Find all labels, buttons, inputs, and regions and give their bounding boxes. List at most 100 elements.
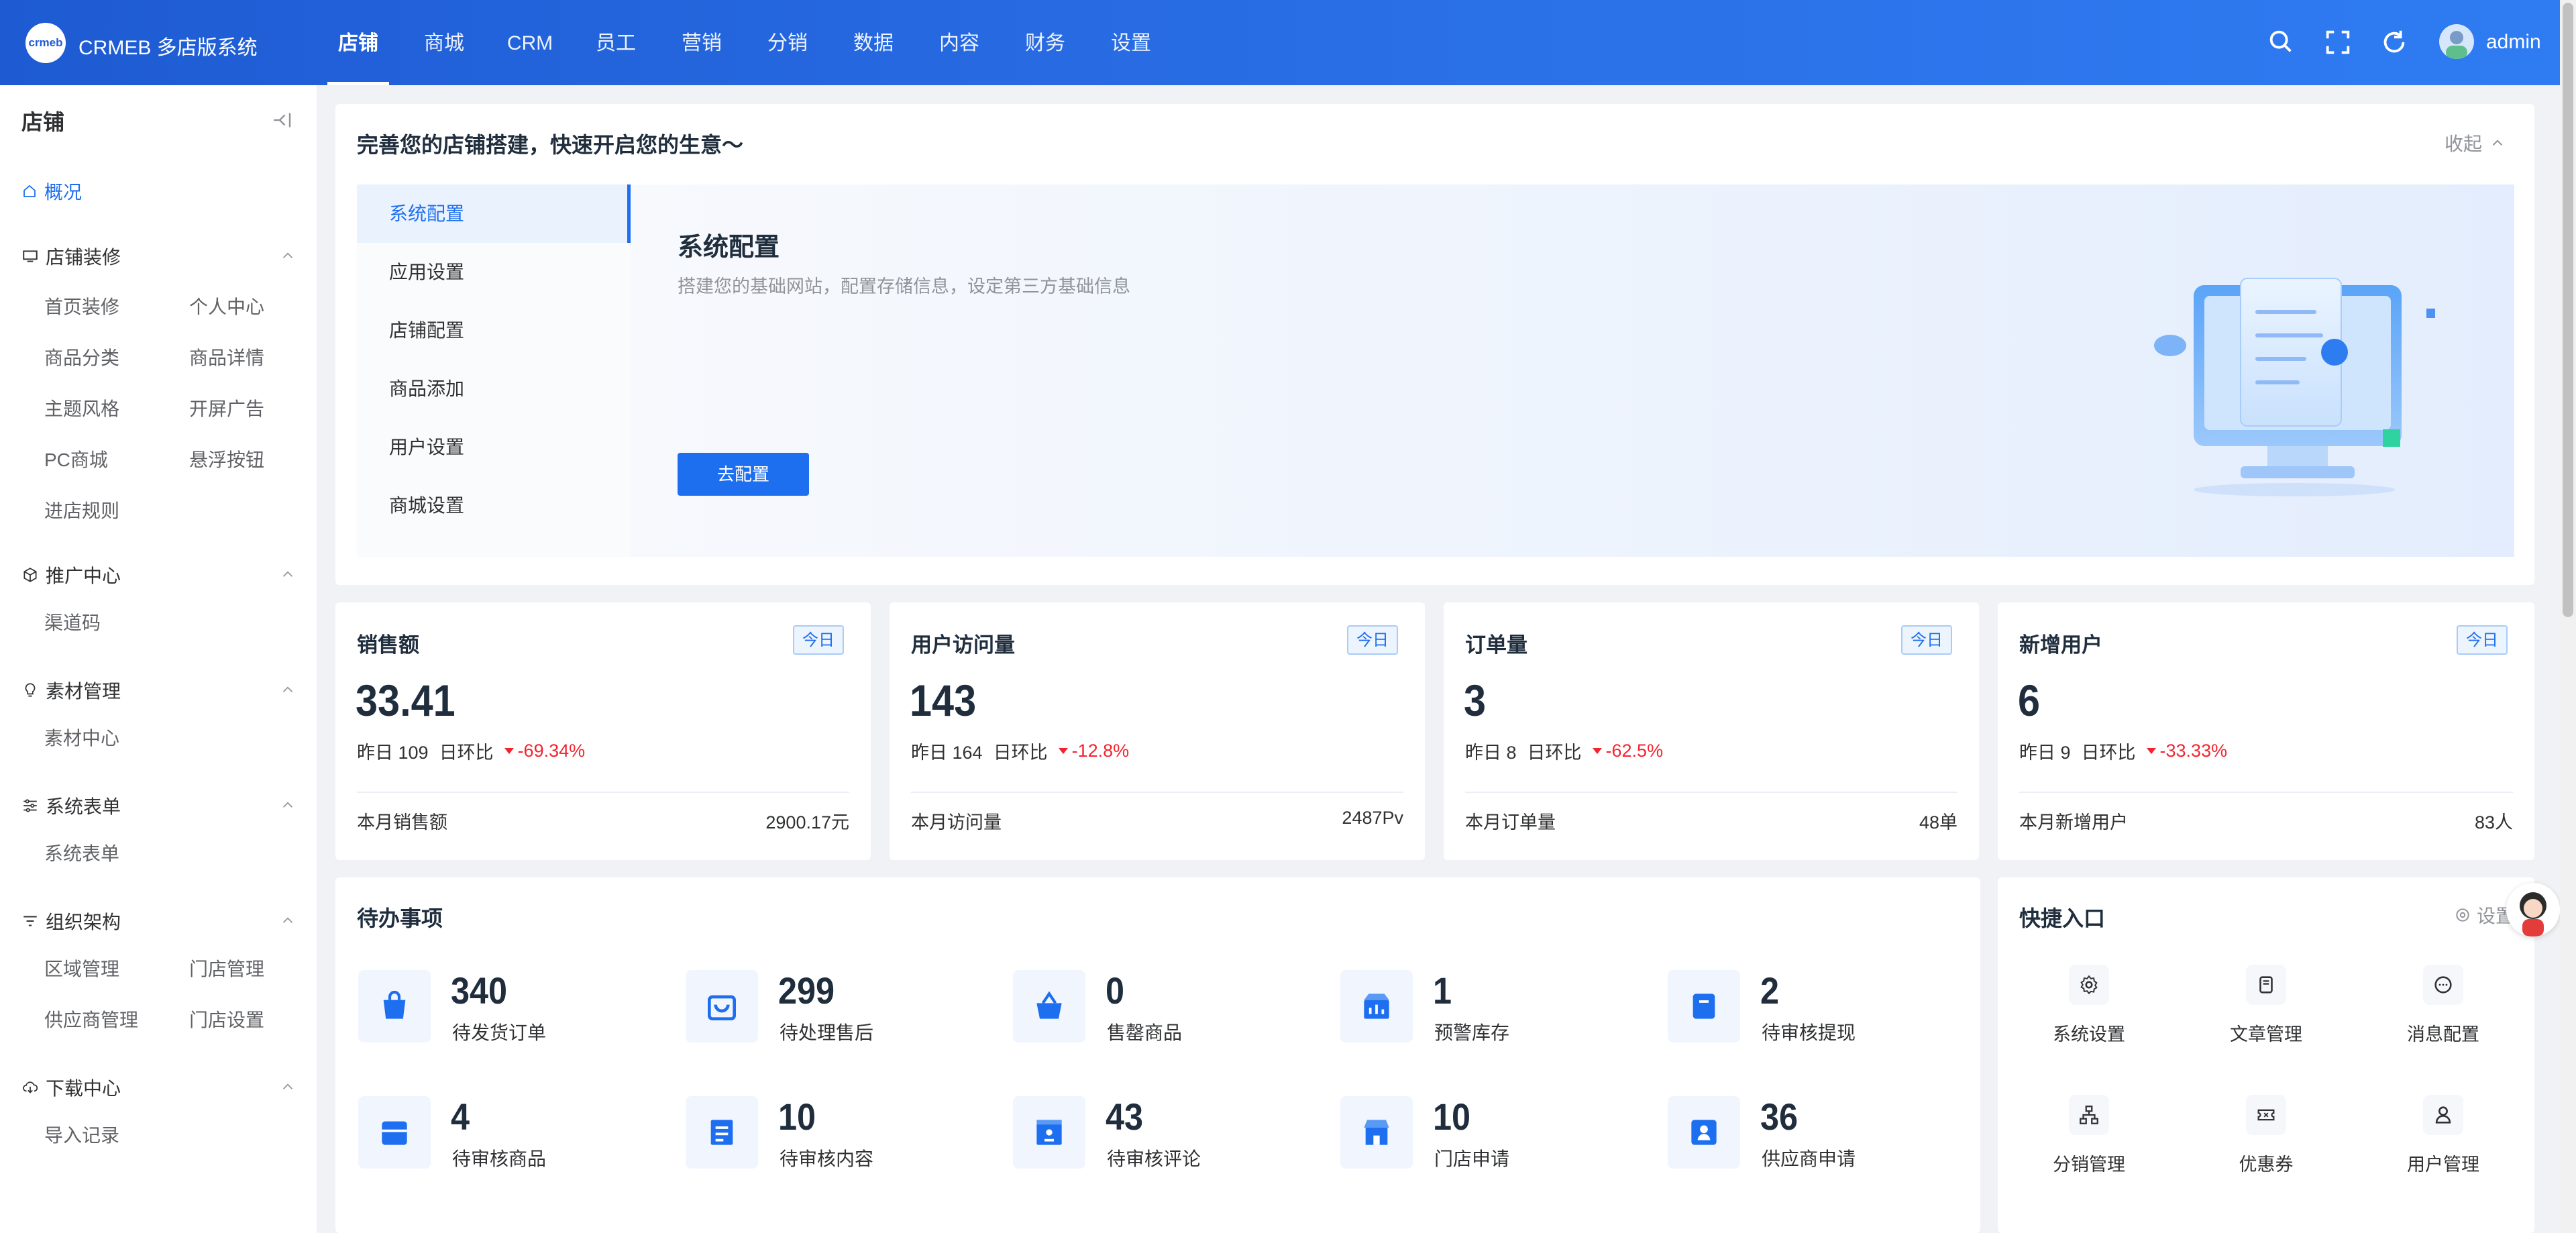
comment-box-icon — [1036, 1120, 1062, 1145]
nav-content[interactable]: 内容 — [916, 0, 1002, 85]
setup-menu-app-settings[interactable]: 应用设置 — [357, 243, 631, 301]
stat-value: 143 — [910, 676, 977, 725]
sidebar-item-label: 概况 — [44, 182, 83, 203]
logo[interactable]: crmeb — [25, 23, 66, 63]
store-icon — [382, 1121, 407, 1145]
nav-store[interactable]: 店铺 — [315, 0, 401, 85]
gear-icon — [2080, 975, 2098, 995]
stat-ratio-label: 日环比 — [1527, 743, 1582, 763]
setup-menu-store-config[interactable]: 店铺配置 — [357, 301, 631, 360]
nav-settings[interactable]: 设置 — [1088, 0, 1174, 85]
top-nav: 店铺 商城 CRM 员工 营销 分销 数据 内容 财务 设置 — [315, 0, 1174, 85]
shop-icon — [1364, 1120, 1389, 1145]
setup-menu-add-product[interactable]: 商品添加 — [357, 360, 631, 418]
setup-menu-mall-settings[interactable]: 商城设置 — [357, 476, 631, 535]
todo-item-withdrawal-review[interactable]: 2 待审核提现 — [1645, 969, 1953, 1049]
fold-button[interactable]: 收起 — [2445, 129, 2506, 156]
sidebar-item-pc-mall[interactable]: PC商城 — [44, 435, 189, 486]
quick-item-coupon[interactable]: 优惠券 — [2186, 1095, 2347, 1202]
nav-staff[interactable]: 员工 — [573, 0, 659, 85]
stat-card-visits: 用户访问量 今日 143 昨日 164 日环比 -12.8% 本月访问量 248… — [890, 602, 1425, 860]
sidebar-item-channel-code[interactable]: 渠道码 — [44, 598, 189, 649]
fullscreen-icon[interactable] — [2322, 27, 2353, 58]
sidebar-item-entry-rules[interactable]: 进店规则 — [44, 486, 189, 537]
collapse-sidebar-icon[interactable] — [270, 108, 294, 132]
nav-data[interactable]: 数据 — [830, 0, 916, 85]
go-config-button[interactable]: 去配置 — [678, 453, 809, 496]
chevron-up-icon — [282, 917, 293, 923]
sidebar-item-import-records[interactable]: 导入记录 — [44, 1110, 189, 1161]
sidebar-item-product-detail[interactable]: 商品详情 — [189, 333, 319, 384]
quick-settings-button[interactable]: 设置 — [2454, 902, 2514, 928]
stat-ratio-label: 日环比 — [993, 743, 1048, 763]
sidebar-item-store-manage[interactable]: 门店管理 — [189, 944, 319, 995]
stat-badge: 今日 — [793, 625, 844, 655]
todo-item-product-review[interactable]: 4 待审核商品 — [335, 1095, 644, 1175]
stat-badge: 今日 — [1901, 625, 1952, 655]
sidebar-item-home-decor[interactable]: 首页装修 — [44, 282, 189, 333]
nav-crm[interactable]: CRM — [487, 0, 573, 85]
todo-item-stock-warning[interactable]: 1 预警库存 — [1318, 969, 1626, 1049]
todo-item-pending-shipment[interactable]: 340 待发货订单 — [335, 969, 644, 1049]
nav-mall[interactable]: 商城 — [401, 0, 487, 85]
sidebar-group-header[interactable]: 推广中心 — [21, 561, 297, 588]
distribution-icon — [2080, 1106, 2098, 1124]
stat-title: 订单量 — [1465, 633, 1527, 657]
stat-month-value: 83人 — [2474, 812, 2513, 833]
sidebar-item-splash-ad[interactable]: 开屏广告 — [189, 384, 319, 435]
sidebar-group-promotion: 推广中心 渠道码 — [21, 561, 297, 649]
shopping-bag-icon — [383, 990, 406, 1019]
nav-finance[interactable]: 财务 — [1002, 0, 1088, 85]
sidebar-group-header[interactable]: 组织架构 — [21, 908, 297, 934]
stat-month-value: 48单 — [1919, 812, 1957, 833]
sidebar-item-supplier-manage[interactable]: 供应商管理 — [44, 995, 189, 1046]
todo-item-sold-out[interactable]: 0 售罄商品 — [990, 969, 1299, 1049]
sidebar-item-material-center[interactable]: 素材中心 — [44, 713, 189, 764]
scrollbar-thumb[interactable] — [2563, 3, 2573, 617]
gear-icon — [2456, 908, 2469, 922]
stat-badge: 今日 — [1347, 625, 1398, 655]
quick-item-system-settings[interactable]: 系统设置 — [2008, 965, 2169, 1072]
username[interactable]: admin — [2486, 31, 2541, 54]
avatar[interactable] — [2439, 24, 2474, 59]
nav-marketing[interactable]: 营销 — [659, 0, 745, 85]
todo-item-content-review[interactable]: 10 待审核内容 — [663, 1095, 971, 1175]
sidebar-item-region-manage[interactable]: 区域管理 — [44, 944, 189, 995]
stat-month-label: 本月订单量 — [1465, 812, 1556, 833]
todo-item-store-application[interactable]: 10 门店申请 — [1318, 1095, 1626, 1175]
sidebar-item-system-form[interactable]: 系统表单 — [44, 828, 189, 879]
quick-item-distribution-manage[interactable]: 分销管理 — [2008, 1095, 2169, 1202]
stat-card-sales: 销售额 今日 33.41 昨日 109 日环比 -69.34% 本月销售额 29… — [335, 602, 871, 860]
quick-item-user-manage[interactable]: 用户管理 — [2363, 1095, 2524, 1202]
stat-ratio: -33.33% — [2159, 741, 2228, 761]
sidebar-group-header[interactable]: 下载中心 — [21, 1074, 297, 1101]
sidebar-item-user-center[interactable]: 个人中心 — [189, 282, 319, 333]
sidebar-item-float-button[interactable]: 悬浮按钮 — [189, 435, 319, 486]
sidebar-group-header[interactable]: 素材管理 — [21, 677, 297, 704]
nav-distribution[interactable]: 分销 — [745, 0, 830, 85]
search-icon[interactable] — [2266, 27, 2297, 58]
quick-item-article-manage[interactable]: 文章管理 — [2186, 965, 2347, 1072]
supplier-icon — [1691, 1120, 1717, 1145]
setup-menu-system-config[interactable]: 系统配置 — [357, 184, 631, 243]
sidebar-group-header[interactable]: 系统表单 — [21, 792, 297, 819]
sidebar-item-overview[interactable]: 概况 — [21, 178, 82, 205]
sidebar-item-store-settings[interactable]: 门店设置 — [189, 995, 319, 1046]
sidebar-group-header[interactable]: 店铺装修 — [21, 243, 297, 270]
page-scrollbar[interactable] — [2560, 0, 2576, 1233]
sidebar-item-product-category[interactable]: 商品分类 — [44, 333, 189, 384]
sidebar-group-materials: 素材管理 素材中心 — [21, 677, 297, 764]
assistant-avatar[interactable] — [2506, 883, 2560, 936]
refresh-icon[interactable] — [2379, 27, 2410, 58]
todo-item-comment-review[interactable]: 43 待审核评论 — [990, 1095, 1299, 1175]
todo-item-after-sales[interactable]: 299 待处理售后 — [663, 969, 971, 1049]
chevron-up-icon — [282, 252, 293, 258]
todo-card: 待办事项 340 待发货订单 299 待处理售后 0 售罄商品 1 预警库存 2… — [335, 877, 1980, 1233]
setup-menu-user-settings[interactable]: 用户设置 — [357, 418, 631, 476]
todo-item-supplier-application[interactable]: 36 供应商申请 — [1645, 1095, 1953, 1175]
chevron-up-icon — [2492, 140, 2503, 146]
sidebar-item-theme[interactable]: 主题风格 — [44, 384, 189, 435]
quick-item-message-config[interactable]: 消息配置 — [2363, 965, 2524, 1072]
stat-title: 用户访问量 — [911, 633, 1015, 657]
stat-yesterday: 昨日 109 — [357, 743, 429, 763]
